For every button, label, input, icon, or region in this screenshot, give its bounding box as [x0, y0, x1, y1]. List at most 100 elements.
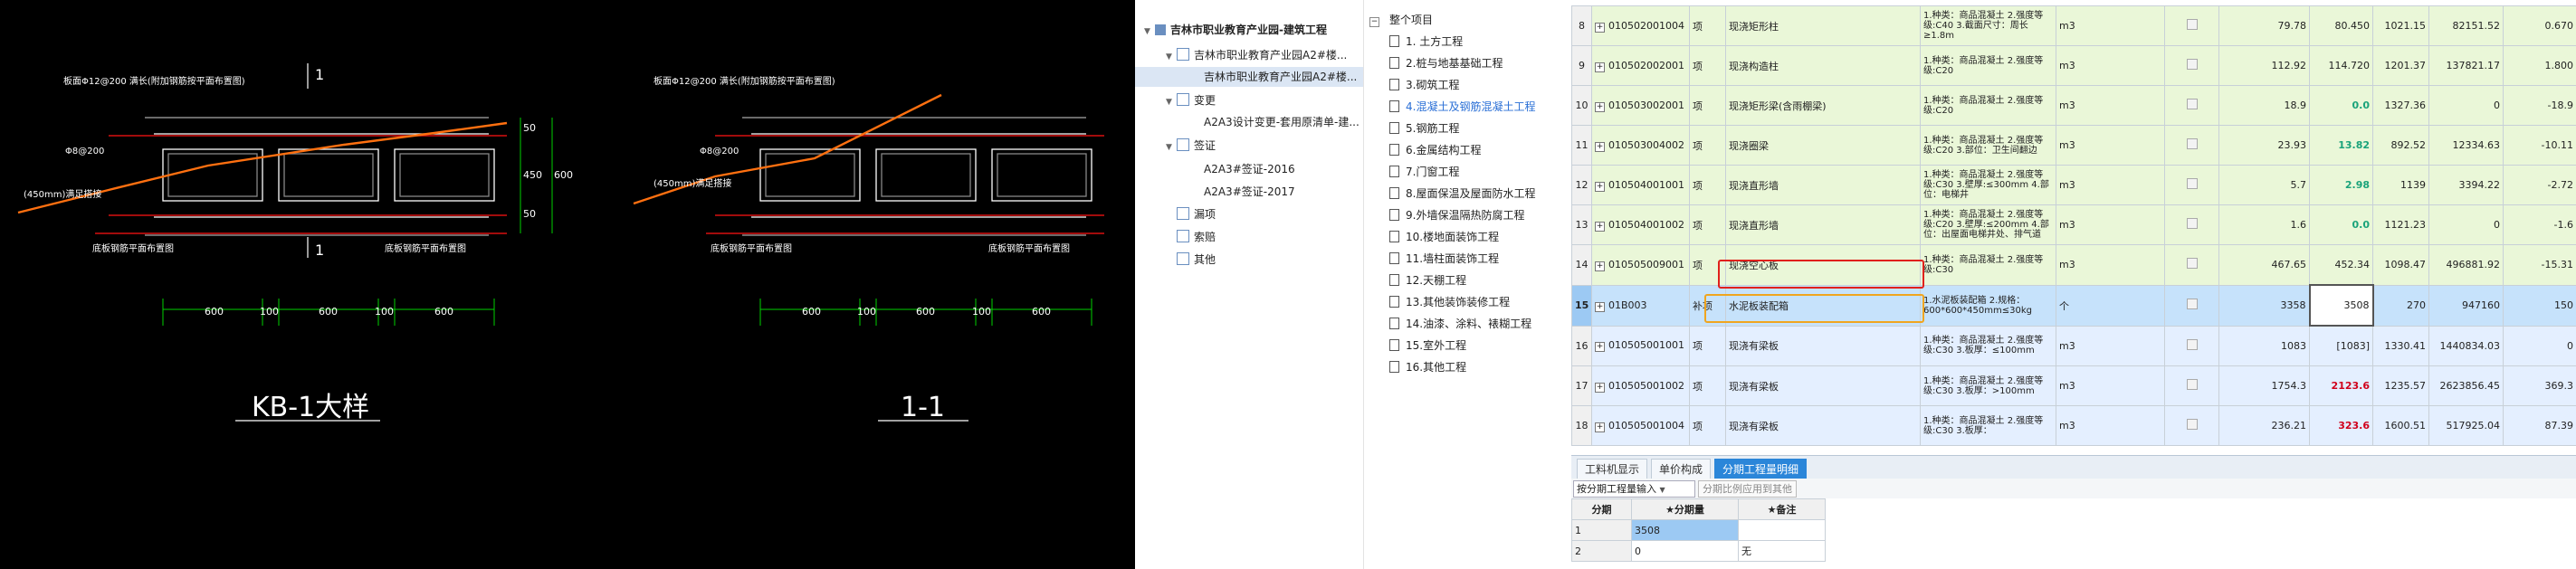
checkbox-cell[interactable] [2164, 405, 2219, 446]
tab-unit-price[interactable]: 单价构成 [1651, 459, 1712, 480]
checkbox[interactable] [2186, 379, 2198, 390]
tree-root[interactable]: ▼ 吉林市职业教育产业园-建筑工程 [1144, 20, 1327, 40]
input-mode-select[interactable]: 按分期工程量输入 ▼ [1573, 480, 1695, 498]
section-item-5[interactable]: 5.钢筋工程 [1389, 118, 1459, 139]
tree-item-change-design[interactable]: A2A3设计变更-套用原清单-建... [1204, 112, 1360, 132]
item-features[interactable]: 1.种类：商品混凝土 2.强度等级:C30 [1920, 244, 2056, 286]
settled-qty[interactable]: 114.720 [2309, 45, 2373, 86]
expand-icon[interactable]: + [1595, 301, 1605, 312]
section-item-16[interactable]: 16.其他工程 [1389, 356, 1466, 378]
checkbox[interactable] [2186, 338, 2198, 350]
checkbox-cell[interactable] [2164, 204, 2219, 245]
section-item-7[interactable]: 7.门窗工程 [1389, 161, 1459, 183]
item-name[interactable]: 现浇圈梁 [1725, 125, 1921, 166]
phase-note[interactable]: 无 [1738, 540, 1826, 562]
section-root[interactable]: − 整个项目 [1369, 9, 1433, 31]
item-features[interactable]: 1.种类：商品混凝土 2.强度等级:C30 3.板厚： [1920, 405, 2056, 446]
settled-qty[interactable]: 80.450 [2309, 5, 2373, 46]
checkbox-cell[interactable] [2164, 5, 2219, 46]
settled-qty[interactable]: 2123.6 [2309, 365, 2373, 406]
table-row[interactable]: 11 +010503004002 项 现浇圈梁 1.种类：商品混凝土 2.强度等… [1571, 125, 2576, 166]
settled-qty[interactable]: 0.0 [2309, 204, 2373, 245]
checkbox-cell[interactable] [2164, 325, 2219, 366]
checkbox[interactable] [2186, 419, 2198, 430]
section-item-15[interactable]: 15.室外工程 [1389, 335, 1466, 356]
expand-icon[interactable]: + [1595, 141, 1605, 152]
apply-ratio-button[interactable]: 分期比例应用到其他 [1698, 480, 1797, 498]
section-item-3[interactable]: 3.砌筑工程 [1389, 74, 1459, 96]
checkbox[interactable] [2186, 258, 2198, 270]
item-name[interactable]: 现浇构造柱 [1725, 45, 1921, 86]
settled-qty[interactable]: 452.34 [2309, 244, 2373, 286]
item-features[interactable]: 1.种类：商品混凝土 2.强度等级:C20 3.部位：卫生间翻边 [1920, 125, 2056, 166]
table-row[interactable]: 17 +010505001002 项 现浇有梁板 1.种类：商品混凝土 2.强度… [1571, 365, 2576, 406]
phase-note[interactable] [1738, 519, 1826, 541]
item-features[interactable]: 1.种类：商品混凝土 2.强度等级:C20 [1920, 85, 2056, 126]
table-row[interactable]: 16 +010505001001 项 现浇有梁板 1.种类：商品混凝土 2.强度… [1571, 325, 2576, 366]
section-item-1[interactable]: 1. 土方工程 [1389, 31, 1463, 52]
checkbox[interactable] [2186, 19, 2198, 30]
checkbox[interactable] [2186, 138, 2198, 149]
expand-icon[interactable]: + [1595, 101, 1605, 112]
expand-icon[interactable]: + [1595, 22, 1605, 33]
collapse-arrow-icon[interactable]: ▼ [1166, 92, 1177, 112]
collapse-icon[interactable]: − [1369, 17, 1379, 27]
section-item-4-active[interactable]: 4.混凝土及钢筋混凝土工程 [1389, 96, 1535, 118]
item-features[interactable]: 1.种类：商品混凝土 2.强度等级:C20 [1920, 45, 2056, 86]
item-features[interactable]: 1.水泥板装配箱 2.规格：600*600*450mm≤30kg [1920, 284, 2056, 327]
section-item-13[interactable]: 13.其他装饰装修工程 [1389, 291, 1510, 313]
item-code-cell[interactable]: +010505001001 [1591, 325, 1690, 366]
settled-qty[interactable]: 2.98 [2309, 165, 2373, 205]
item-code-cell[interactable]: +010503004002 [1591, 125, 1690, 166]
expand-icon[interactable]: + [1595, 181, 1605, 192]
checkbox-cell[interactable] [2164, 125, 2219, 166]
collapse-arrow-icon[interactable]: ▼ [1166, 138, 1177, 157]
item-name[interactable]: 现浇有梁板 [1725, 325, 1921, 366]
checkbox[interactable] [2186, 59, 2198, 70]
item-code-cell[interactable]: +010504001002 [1591, 204, 1690, 245]
collapse-arrow-icon[interactable]: ▼ [1166, 47, 1177, 67]
tree-item-visa-2016[interactable]: A2A3#签证-2016 [1204, 159, 1295, 179]
phase-row[interactable]: 2 0 无 [1571, 540, 1826, 562]
tree-item-unit-2-selected[interactable]: 吉林市职业教育产业园A2#楼... [1135, 67, 1363, 87]
checkbox-cell[interactable] [2164, 284, 2219, 327]
checkbox-cell[interactable] [2164, 365, 2219, 406]
item-code-cell[interactable]: +010503002001 [1591, 85, 1690, 126]
checkbox[interactable] [2186, 178, 2198, 189]
table-row[interactable]: 10 +010503002001 项 现浇矩形梁(含雨棚梁) 1.种类：商品混凝… [1571, 85, 2576, 126]
section-item-8[interactable]: 8.屋面保温及屋面防水工程 [1389, 183, 1535, 204]
tree-item-claim[interactable]: 索赔 [1177, 227, 1216, 247]
expand-icon[interactable]: + [1595, 261, 1605, 271]
item-code-cell[interactable]: +010505001002 [1591, 365, 1690, 406]
tree-item-other[interactable]: 其他 [1177, 250, 1216, 270]
section-item-12[interactable]: 12.天棚工程 [1389, 270, 1466, 291]
phase-qty[interactable]: 3508 [1631, 519, 1739, 541]
checkbox-cell[interactable] [2164, 85, 2219, 126]
tab-phase-qty[interactable]: 分期工程量明细 [1714, 459, 1808, 480]
table-row[interactable]: 13 +010504001002 项 现浇直形墙 1.种类：商品混凝土 2.强度… [1571, 204, 2576, 245]
expand-icon[interactable]: + [1595, 342, 1605, 353]
checkbox[interactable] [2186, 218, 2198, 229]
item-name[interactable]: 现浇有梁板 [1725, 365, 1921, 406]
section-item-9[interactable]: 9.外墙保温隔热防腐工程 [1389, 204, 1524, 226]
item-code-cell[interactable]: +010504001001 [1591, 165, 1690, 205]
settled-qty[interactable]: 13.82 [2309, 125, 2373, 166]
item-code-cell[interactable]: +010505001004 [1591, 405, 1690, 446]
settled-qty-editing[interactable]: 3508 [2308, 284, 2374, 327]
item-features[interactable]: 1.种类：商品混凝土 2.强度等级:C20 3.壁厚:≤200mm 4.部位：出… [1920, 204, 2056, 245]
tab-labor-material[interactable]: 工料机显示 [1577, 459, 1648, 480]
item-features[interactable]: 1.种类：商品混凝土 2.强度等级:C30 3.板厚：>100mm [1920, 365, 2056, 406]
section-item-14[interactable]: 14.油漆、涂料、裱糊工程 [1389, 313, 1531, 335]
item-code-cell[interactable]: +010505009001 [1591, 244, 1690, 286]
table-row[interactable]: 12 +010504001001 项 现浇直形墙 1.种类：商品混凝土 2.强度… [1571, 165, 2576, 205]
settled-qty[interactable]: 0.0 [2309, 85, 2373, 126]
expand-icon[interactable]: + [1595, 422, 1605, 432]
item-name[interactable]: 现浇直形墙 [1725, 204, 1921, 245]
expand-icon[interactable]: + [1595, 382, 1605, 393]
item-features[interactable]: 1.种类：商品混凝土 2.强度等级:C40 3.截面尺寸：周长≥1.8m [1920, 5, 2056, 46]
phase-row[interactable]: 1 3508 [1571, 519, 1826, 541]
checkbox-cell[interactable] [2164, 165, 2219, 205]
tree-item-visa[interactable]: ▼ 签证 [1166, 136, 1216, 156]
item-code-cell[interactable]: +01B003 [1591, 284, 1690, 327]
expand-icon[interactable]: + [1595, 62, 1605, 72]
